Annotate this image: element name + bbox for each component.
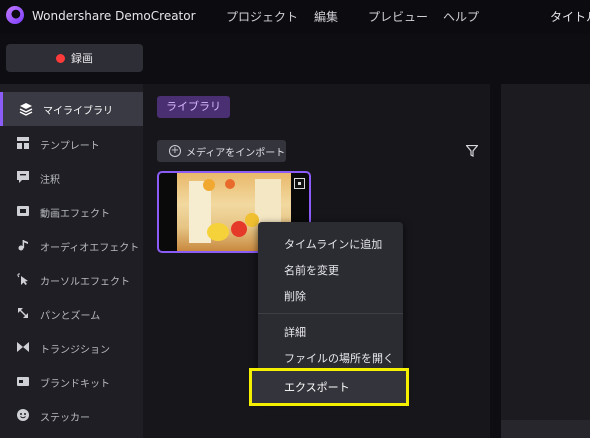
app-title: Wondershare DemoCreator — [32, 9, 196, 23]
pan-zoom-icon — [16, 307, 30, 321]
sidebar-item-video-effect[interactable]: 動画エフェクト — [0, 195, 143, 229]
video-effect-icon — [16, 205, 30, 219]
app-logo-icon — [6, 6, 24, 24]
select-checkbox-icon[interactable] — [294, 178, 305, 189]
import-media-button[interactable]: + メディアをインポート — [157, 140, 286, 162]
sidebar-item-label: テンプレート — [40, 140, 100, 152]
record-label: 録画 — [71, 52, 93, 65]
menu-item-open-location[interactable]: ファイルの場所を開く — [284, 350, 394, 366]
cursor-effect-icon — [16, 273, 30, 287]
preview-panel — [501, 84, 590, 438]
project-title: タイトル — [550, 10, 590, 24]
annotation-icon — [16, 171, 30, 185]
sidebar-item-label: パンとズーム — [40, 310, 101, 322]
audio-effect-icon — [16, 239, 30, 253]
sticker-icon — [16, 409, 30, 423]
sidebar-item-label: オーディオエフェクト — [40, 242, 140, 254]
record-icon — [56, 53, 65, 63]
sidebar: マイライブラリ テンプレート 注釈 動画エフェクト オーディオエフェクト カーソ… — [0, 84, 143, 438]
layers-icon — [19, 102, 33, 116]
sidebar-item-label: ステッカー — [40, 412, 90, 424]
record-button[interactable]: 録画 — [6, 44, 143, 72]
sidebar-item-audio-effect[interactable]: オーディオエフェクト — [0, 229, 143, 263]
menu-item-add-to-timeline[interactable]: タイムラインに追加 — [284, 236, 382, 252]
tab-library[interactable]: ライブラリ — [157, 96, 230, 118]
menu-item-rename[interactable]: 名前を変更 — [284, 262, 339, 278]
sidebar-item-label: 注釈 — [40, 174, 60, 186]
sidebar-item-label: トランジション — [40, 344, 110, 356]
import-media-label: メディアをインポート — [186, 147, 286, 159]
menu-help[interactable]: ヘルプ — [443, 8, 479, 25]
plus-circle-icon: + — [169, 145, 181, 157]
sidebar-item-label: 動画エフェクト — [40, 208, 110, 220]
sidebar-item-annotation[interactable]: 注釈 — [0, 161, 143, 195]
title-bar: Wondershare DemoCreator プロジェクト 編集 プレビュー … — [0, 0, 590, 34]
sidebar-item-label: ブランドキット — [40, 378, 110, 390]
brand-kit-icon — [16, 375, 30, 389]
sidebar-item-transition[interactable]: トランジション — [0, 331, 143, 365]
filter-icon[interactable] — [466, 145, 478, 157]
menu-item-details[interactable]: 詳細 — [284, 324, 306, 340]
sidebar-item-pan-zoom[interactable]: パンとズーム — [0, 297, 143, 331]
menu-project[interactable]: プロジェクト — [226, 8, 298, 25]
template-icon — [16, 137, 30, 151]
sidebar-item-brand-kit[interactable]: ブランドキット — [0, 365, 143, 399]
menu-item-export[interactable]: エクスポート — [284, 379, 350, 395]
sidebar-item-cursor-effect[interactable]: カーソルエフェクト — [0, 263, 143, 297]
menu-separator — [258, 313, 403, 314]
menu-item-delete[interactable]: 削除 — [284, 288, 306, 304]
preview-controls — [501, 420, 590, 438]
sidebar-item-label: マイライブラリ — [43, 105, 113, 117]
menu-edit[interactable]: 編集 — [314, 8, 338, 25]
sidebar-item-my-library[interactable]: マイライブラリ — [0, 92, 143, 126]
sidebar-item-label: カーソルエフェクト — [40, 276, 130, 288]
menu-item-export-highlight[interactable]: エクスポート — [249, 368, 409, 406]
sidebar-item-sticker[interactable]: ステッカー — [0, 399, 143, 433]
transition-icon — [16, 341, 30, 355]
menu-preview[interactable]: プレビュー — [368, 8, 428, 25]
sidebar-item-template[interactable]: テンプレート — [0, 127, 143, 161]
